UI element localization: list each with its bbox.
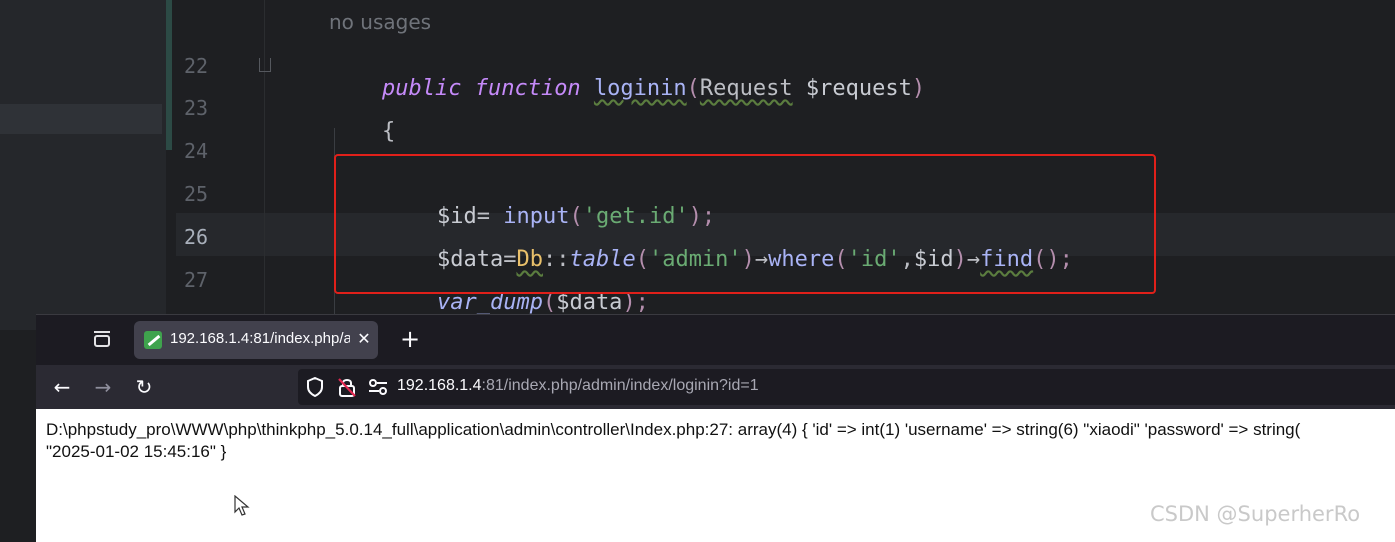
gutter-divider bbox=[264, 0, 265, 330]
usages-hint[interactable]: no usages bbox=[329, 10, 431, 34]
navigation-toolbar: ← → ↻ 192.168.1.4:81/index.php/admin/ind… bbox=[36, 365, 1395, 409]
line-number: 25 bbox=[184, 182, 209, 206]
permissions-icon[interactable] bbox=[368, 378, 388, 396]
line-gutter: 22 23 24 25 26 27 bbox=[172, 0, 268, 330]
fold-marker-icon[interactable] bbox=[259, 58, 271, 72]
code-line-22[interactable]: public function loginin(Request $request… bbox=[329, 51, 925, 126]
page-content: D:\phpstudy_pro\WWW\php\thinkphp_5.0.14_… bbox=[36, 409, 1395, 542]
reload-button[interactable]: ↻ bbox=[130, 373, 158, 401]
output-line-2: "2025-01-02 15:45:16" } bbox=[46, 442, 227, 461]
line-number: 23 bbox=[184, 96, 209, 120]
browser-window: 192.168.1.4:81/index.php/admin/index/log… bbox=[36, 314, 1395, 542]
code-editor[interactable]: 22 23 24 25 26 27 no usages public funct… bbox=[0, 0, 1395, 330]
new-tab-button[interactable]: + bbox=[396, 325, 424, 353]
type-name: Request bbox=[699, 76, 793, 101]
tab-bar: 192.168.1.4:81/index.php/admin/index/log… bbox=[36, 315, 1395, 365]
project-panel[interactable] bbox=[0, 0, 172, 330]
line-number: 22 bbox=[184, 54, 209, 78]
back-button[interactable]: ← bbox=[48, 373, 76, 401]
close-tab-icon[interactable]: ✕ bbox=[354, 329, 374, 349]
watermark: CSDN @SuperherRo bbox=[1150, 502, 1361, 526]
line-number-current: 26 bbox=[184, 225, 209, 249]
url-path: :81/index.php/admin/index/loginin?id=1 bbox=[481, 377, 759, 394]
selected-tree-item[interactable] bbox=[0, 104, 162, 134]
line-number: 27 bbox=[184, 268, 209, 292]
output-line-1: D:\phpstudy_pro\WWW\php\thinkphp_5.0.14_… bbox=[46, 420, 1301, 439]
browser-tab[interactable]: 192.168.1.4:81/index.php/admin/index/log… bbox=[134, 321, 378, 359]
forward-button[interactable]: → bbox=[89, 373, 117, 401]
paren: ) bbox=[911, 76, 926, 101]
tab-list-icon-bar bbox=[94, 331, 110, 333]
favicon-icon bbox=[144, 331, 162, 349]
url-host: 192.168.1.4 bbox=[397, 377, 482, 394]
keyword-function: function bbox=[474, 76, 581, 101]
shield-icon[interactable] bbox=[306, 377, 324, 397]
url-text[interactable]: 192.168.1.4:81/index.php/admin/index/log… bbox=[397, 377, 759, 395]
tab-list-icon[interactable] bbox=[92, 329, 114, 351]
insecure-lock-icon[interactable] bbox=[338, 377, 356, 397]
paren: ( bbox=[686, 76, 700, 101]
function-name: loginin bbox=[593, 76, 687, 101]
mouse-cursor-icon bbox=[234, 495, 250, 516]
open-brace: { bbox=[381, 119, 396, 144]
highlight-annotation-box bbox=[334, 154, 1156, 294]
param-name: $request bbox=[805, 76, 912, 101]
line-number: 24 bbox=[184, 139, 209, 163]
var-dump-output: D:\phpstudy_pro\WWW\php\thinkphp_5.0.14_… bbox=[46, 419, 1395, 463]
address-bar[interactable]: 192.168.1.4:81/index.php/admin/index/log… bbox=[298, 369, 1395, 405]
tab-title: 192.168.1.4:81/index.php/admin/index/log… bbox=[170, 330, 350, 347]
tab-list-icon-box bbox=[94, 335, 110, 347]
